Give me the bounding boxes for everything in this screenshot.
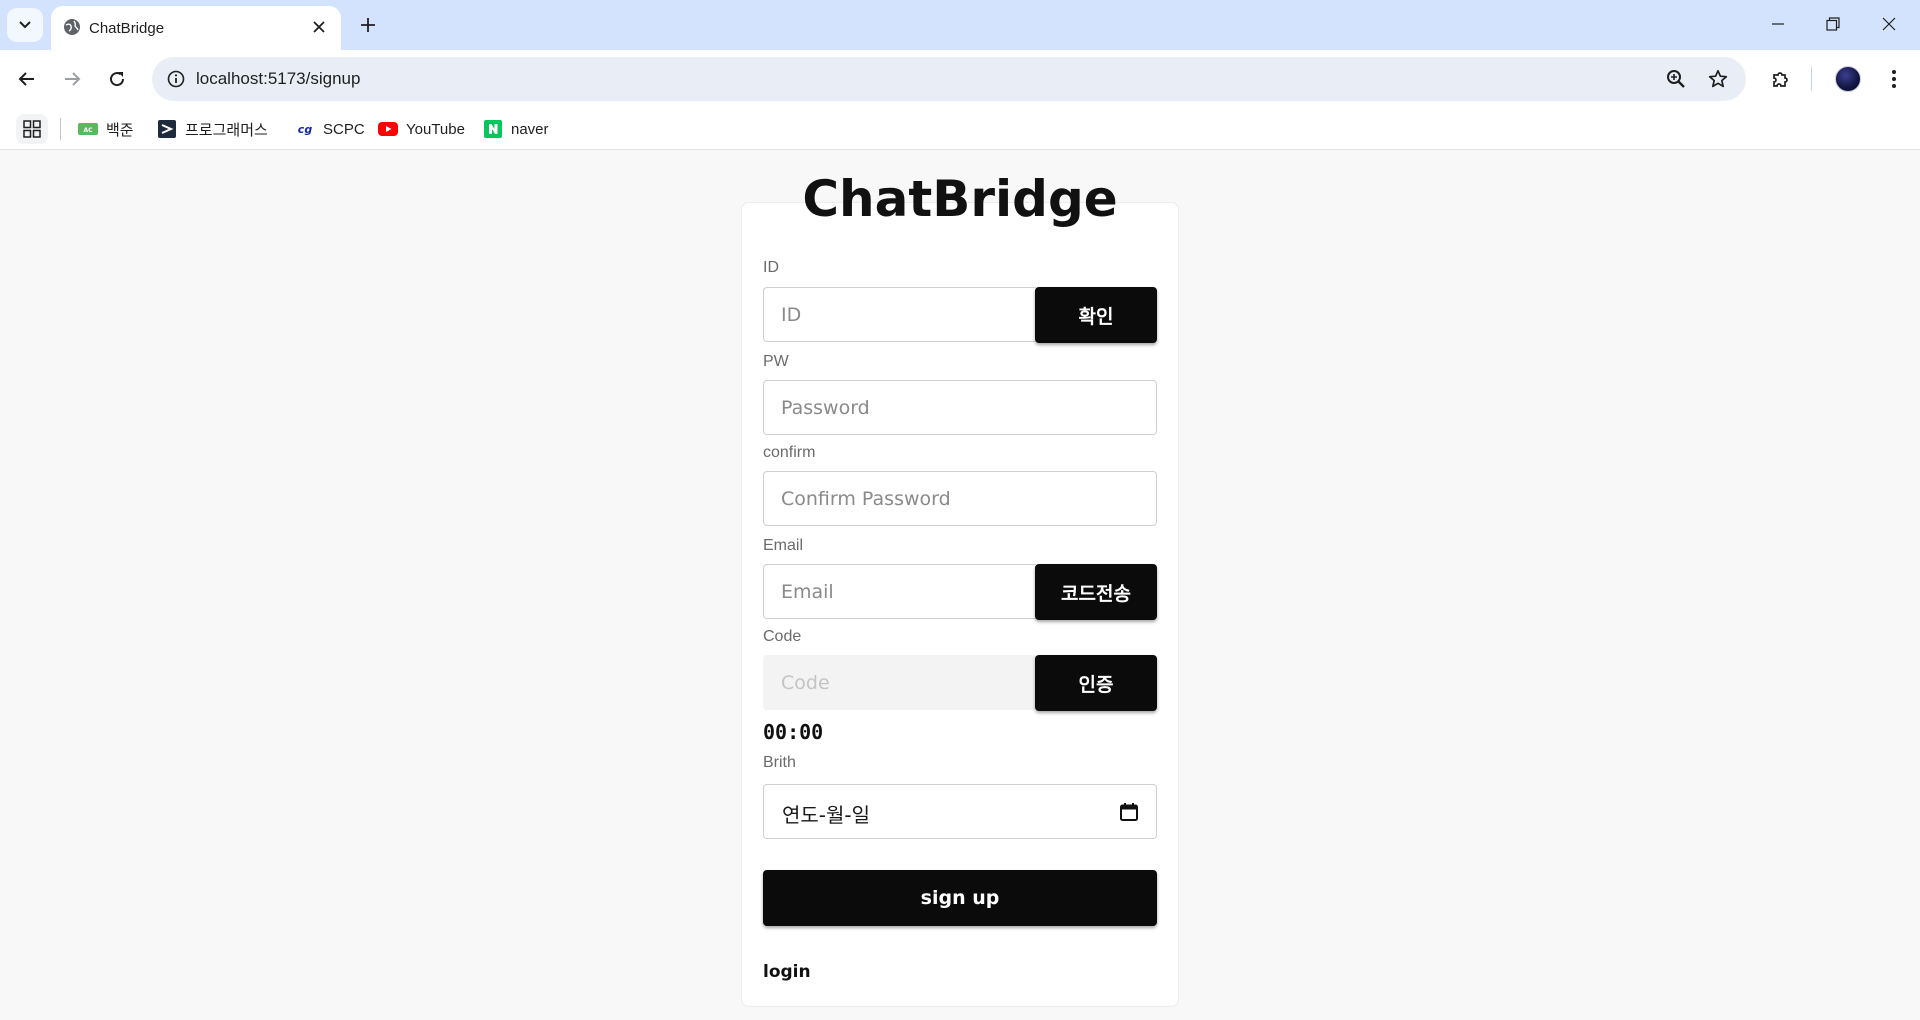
verify-button[interactable]: 인증 (1035, 655, 1157, 711)
minimize-icon (1772, 23, 1784, 25)
zoom-button[interactable] (1660, 63, 1692, 95)
url-text: localhost:5173/signup (196, 69, 361, 88)
arrow-right-icon (65, 72, 81, 86)
address-bar[interactable]: localhost:5173/signup (152, 57, 1746, 101)
avatar (1835, 66, 1861, 92)
bookmark-scpc[interactable]: cg SCPC (295, 117, 365, 141)
close-icon (1882, 17, 1896, 31)
profile-button[interactable] (1830, 61, 1866, 97)
site-info-button[interactable] (160, 63, 192, 95)
tab-close-button[interactable] (306, 14, 332, 40)
puzzle-icon (1773, 72, 1788, 87)
menu-button[interactable] (1876, 61, 1912, 97)
login-link[interactable]: login (763, 962, 811, 982)
plus-icon (361, 18, 375, 32)
bookmarks-separator (60, 118, 61, 140)
zoom-in-icon (1667, 70, 1685, 88)
email-input[interactable] (763, 564, 1036, 619)
minimize-button[interactable] (1751, 0, 1805, 48)
id-input[interactable] (763, 287, 1036, 342)
tab-strip: ChatBridge (0, 0, 1920, 50)
globe-icon (64, 19, 80, 35)
browser-tab[interactable]: ChatBridge (51, 6, 341, 50)
bookmark-youtube[interactable]: YouTube (378, 117, 465, 141)
close-window-button[interactable] (1862, 0, 1916, 48)
birth-label: Brith (763, 754, 796, 771)
acmicpc-icon: AC (78, 120, 98, 138)
id-label: ID (763, 259, 779, 276)
birth-date-value: 연도-월-일 (782, 803, 871, 827)
more-vert-icon (1892, 70, 1896, 88)
page-title: ChatBridge (802, 170, 1118, 228)
signup-button[interactable]: sign up (763, 870, 1157, 926)
star-icon (1708, 69, 1728, 88)
code-input[interactable] (763, 655, 1036, 710)
bookmark-label: naver (511, 120, 549, 138)
bookmark-label: 백준 (106, 121, 134, 139)
confirm-label: confirm (763, 444, 816, 461)
bookmarks-bar: AC 백준 프로그래머스 cg SCPC YouTube naver (0, 108, 1920, 150)
new-tab-button[interactable] (352, 9, 384, 41)
send-code-button[interactable]: 코드전송 (1035, 564, 1157, 620)
confirm-password-input[interactable] (763, 471, 1157, 526)
bookmark-programmers[interactable]: 프로그래머스 (157, 117, 268, 141)
chevron-down-icon (19, 21, 31, 29)
naver-icon (483, 120, 503, 138)
tab-search-button[interactable] (7, 8, 43, 42)
birth-date-input[interactable]: 연도-월-일 (763, 784, 1157, 839)
svg-text:AC: AC (83, 127, 93, 134)
arrow-left-icon (18, 72, 34, 86)
youtube-icon (378, 120, 398, 138)
programmers-icon (157, 120, 177, 138)
calendar-icon[interactable] (1118, 801, 1140, 823)
bookmark-label: YouTube (406, 120, 465, 138)
info-icon (167, 70, 185, 88)
bookmark-star-button[interactable] (1702, 63, 1734, 95)
extensions-button[interactable] (1763, 61, 1799, 97)
scpc-icon: cg (295, 120, 315, 138)
svg-text:cg: cg (298, 123, 313, 136)
browser-toolbar: localhost:5173/signup (0, 50, 1920, 108)
apps-button[interactable] (16, 114, 48, 144)
password-input[interactable] (763, 380, 1157, 435)
forward-button[interactable] (54, 61, 90, 97)
bookmark-label: 프로그래머스 (185, 121, 268, 139)
code-timer: 00:00 (763, 720, 824, 744)
back-button[interactable] (9, 61, 45, 97)
id-check-button[interactable]: 확인 (1035, 287, 1157, 343)
tab-title: ChatBridge (89, 20, 165, 37)
restore-icon (1826, 17, 1840, 31)
bookmark-label: SCPC (323, 120, 365, 138)
close-icon (313, 21, 325, 33)
email-label: Email (763, 537, 804, 554)
restore-button[interactable] (1806, 0, 1860, 48)
toolbar-separator (1811, 67, 1812, 91)
code-label: Code (763, 628, 802, 645)
bookmark-baekjoon[interactable]: AC 백준 (78, 117, 134, 141)
apps-grid-icon (23, 120, 41, 138)
bookmark-naver[interactable]: naver (483, 117, 549, 141)
reload-button[interactable] (99, 61, 135, 97)
pw-label: PW (763, 353, 789, 370)
reload-icon (110, 72, 125, 87)
